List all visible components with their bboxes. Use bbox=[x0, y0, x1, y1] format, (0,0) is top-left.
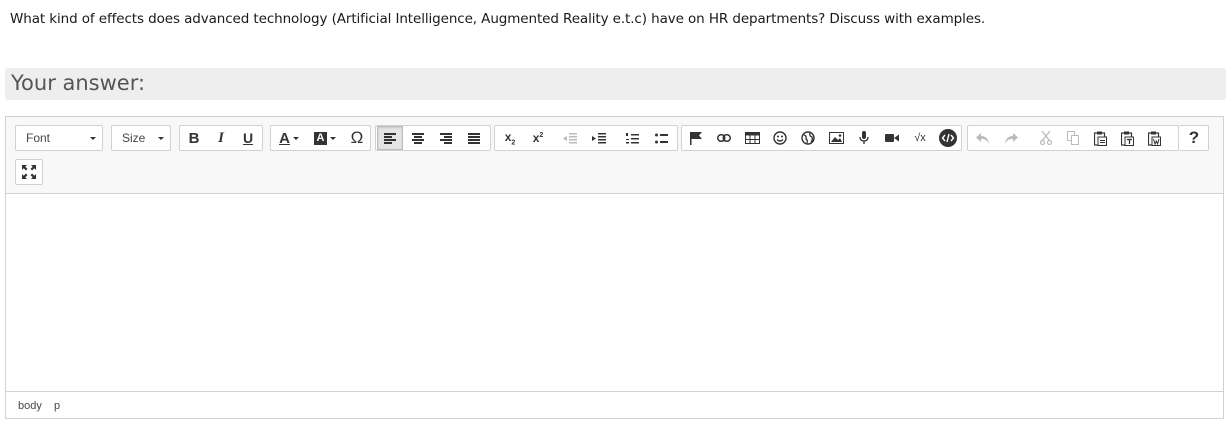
copy-button[interactable] bbox=[1060, 126, 1086, 150]
table-icon bbox=[744, 132, 760, 144]
link-icon bbox=[717, 134, 731, 142]
align-justify-button[interactable] bbox=[461, 126, 487, 150]
flag-icon bbox=[690, 131, 702, 145]
font-select[interactable]: Font bbox=[15, 125, 103, 151]
subscript-icon: x2 bbox=[504, 129, 516, 147]
iframe-button[interactable] bbox=[795, 126, 821, 150]
chevron-down-icon bbox=[330, 136, 336, 140]
bullet-list-icon bbox=[654, 133, 668, 143]
paste-word-button[interactable] bbox=[1141, 126, 1167, 150]
outdent-button[interactable] bbox=[557, 126, 583, 150]
editor-content-area[interactable] bbox=[6, 194, 1223, 393]
align-left-icon bbox=[384, 132, 396, 144]
cut-button[interactable] bbox=[1033, 126, 1059, 150]
redo-icon bbox=[1005, 132, 1018, 144]
basic-styles-group: B I U bbox=[179, 125, 263, 151]
answer-header: Your answer: bbox=[5, 68, 1226, 100]
alignment-group bbox=[375, 125, 491, 151]
outdent-icon bbox=[563, 132, 577, 143]
font-select-label: Font bbox=[26, 131, 51, 145]
editor-toolbar: Font Size B I U A A Ω x2 x2 √x ? bbox=[6, 117, 1223, 194]
ordered-list-button[interactable] bbox=[619, 126, 645, 150]
undo-icon bbox=[976, 132, 989, 144]
align-right-button[interactable] bbox=[433, 126, 459, 150]
maximize-button[interactable] bbox=[16, 160, 42, 184]
align-justify-icon bbox=[468, 132, 480, 144]
video-icon bbox=[885, 134, 899, 142]
omega-icon: Ω bbox=[350, 128, 364, 147]
undo-button[interactable] bbox=[970, 126, 996, 150]
align-left-button[interactable] bbox=[377, 126, 403, 150]
image-button[interactable] bbox=[823, 126, 849, 150]
image-icon bbox=[828, 132, 844, 144]
source-code-button[interactable] bbox=[935, 126, 961, 150]
italic-button[interactable]: I bbox=[208, 126, 234, 150]
colors-group: A A Ω bbox=[270, 125, 371, 151]
rich-text-editor: Font Size B I U A A Ω x2 x2 √x ? body p bbox=[5, 116, 1224, 419]
globe-icon bbox=[801, 131, 815, 145]
background-color-button[interactable]: A bbox=[309, 126, 341, 150]
video-button[interactable] bbox=[879, 126, 905, 150]
special-character-button[interactable]: Ω bbox=[344, 126, 370, 150]
audio-button[interactable] bbox=[851, 126, 877, 150]
question-text: What kind of effects does advanced techn… bbox=[10, 11, 986, 27]
subscript-button[interactable]: x2 bbox=[497, 126, 523, 150]
sqrt-icon: √x bbox=[914, 132, 926, 144]
bold-button[interactable]: B bbox=[181, 126, 207, 150]
editor-path-bar: body p bbox=[6, 391, 1223, 418]
paste-word-icon bbox=[1147, 131, 1161, 146]
help-icon: ? bbox=[1188, 128, 1200, 147]
anchor-button[interactable] bbox=[683, 126, 709, 150]
paste-icon bbox=[1093, 131, 1107, 146]
size-select-label: Size bbox=[122, 131, 146, 145]
maximize-icon bbox=[22, 165, 36, 179]
clipboard-group bbox=[967, 125, 1179, 151]
table-button[interactable] bbox=[739, 126, 765, 150]
bullet-list-button[interactable] bbox=[648, 126, 674, 150]
background-color-icon: A bbox=[314, 131, 327, 145]
indent-icon bbox=[592, 132, 606, 143]
cut-icon bbox=[1040, 131, 1052, 145]
underline-button[interactable]: U bbox=[235, 126, 261, 150]
source-code-icon bbox=[939, 129, 957, 147]
paste-button[interactable] bbox=[1087, 126, 1113, 150]
superscript-button[interactable]: x2 bbox=[525, 126, 551, 150]
link-button[interactable] bbox=[711, 126, 737, 150]
insert-group: √x bbox=[681, 125, 962, 151]
path-item-p[interactable]: p bbox=[54, 400, 60, 412]
emoji-button[interactable] bbox=[767, 126, 793, 150]
maximize-group bbox=[15, 159, 43, 185]
size-select[interactable]: Size bbox=[111, 125, 171, 151]
help-group: ? bbox=[1179, 125, 1209, 151]
chevron-down-icon bbox=[158, 137, 164, 140]
smiley-icon bbox=[773, 131, 787, 145]
align-right-icon bbox=[440, 132, 452, 144]
text-color-button[interactable]: A bbox=[273, 126, 305, 150]
align-center-button[interactable] bbox=[405, 126, 431, 150]
path-item-body[interactable]: body bbox=[18, 400, 42, 412]
indent-button[interactable] bbox=[586, 126, 612, 150]
paste-text-button[interactable] bbox=[1114, 126, 1140, 150]
paste-text-icon bbox=[1120, 131, 1134, 146]
redo-button[interactable] bbox=[998, 126, 1024, 150]
ordered-list-icon bbox=[625, 132, 639, 143]
align-center-icon bbox=[412, 132, 424, 144]
superscript-icon: x2 bbox=[532, 131, 544, 145]
text-color-icon: A bbox=[279, 129, 290, 147]
chevron-down-icon bbox=[292, 136, 299, 140]
answer-label: Your answer: bbox=[11, 71, 146, 95]
microphone-icon bbox=[859, 131, 869, 144]
script-list-group: x2 x2 bbox=[494, 125, 678, 151]
chevron-down-icon bbox=[90, 137, 96, 140]
copy-icon bbox=[1067, 131, 1079, 145]
math-button[interactable]: √x bbox=[907, 126, 933, 150]
help-button[interactable]: ? bbox=[1181, 126, 1207, 150]
